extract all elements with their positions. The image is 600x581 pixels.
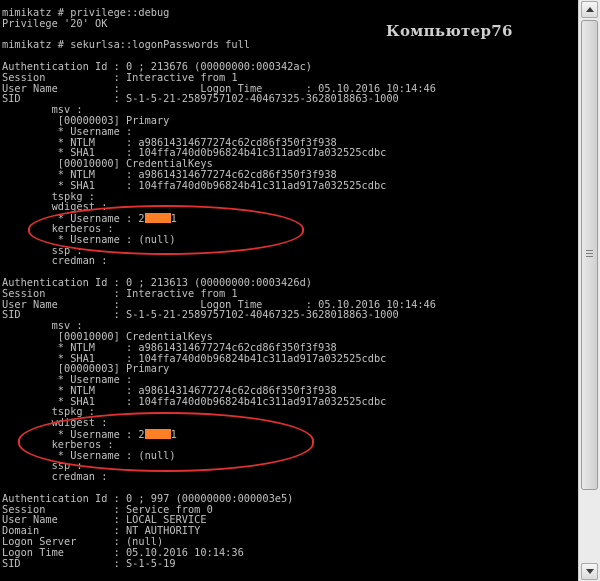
console-line: wdigest : <box>2 201 108 214</box>
console-line: credman : <box>2 471 108 484</box>
vertical-scrollbar[interactable] <box>578 0 600 581</box>
console-line: Privilege '20' OK <box>2 17 108 30</box>
scroll-up-button[interactable] <box>581 1 598 18</box>
grip-icon <box>586 250 593 259</box>
scroll-down-button[interactable] <box>581 563 598 580</box>
redacted-username <box>144 429 171 440</box>
username-suffix: 1 <box>170 213 177 226</box>
console-window[interactable]: mimikatz # privilege::debug Privilege '20… <box>0 0 578 581</box>
arrow-up-icon <box>585 7 594 12</box>
watermark: Компьютер76 <box>386 22 513 40</box>
console-line: mimikatz # sekurlsa::logonPasswords full <box>2 39 250 52</box>
redacted-username <box>144 213 171 224</box>
console-line: SID : S-1-5-19 <box>2 557 176 570</box>
console-line: wdigest : <box>2 417 108 430</box>
username-suffix: 1 <box>170 429 177 442</box>
scroll-thumb[interactable] <box>581 20 598 490</box>
console-output: mimikatz # privilege::debug Privilege '20… <box>2 8 436 569</box>
console-line: credman : <box>2 255 108 268</box>
arrow-down-icon <box>585 569 594 574</box>
